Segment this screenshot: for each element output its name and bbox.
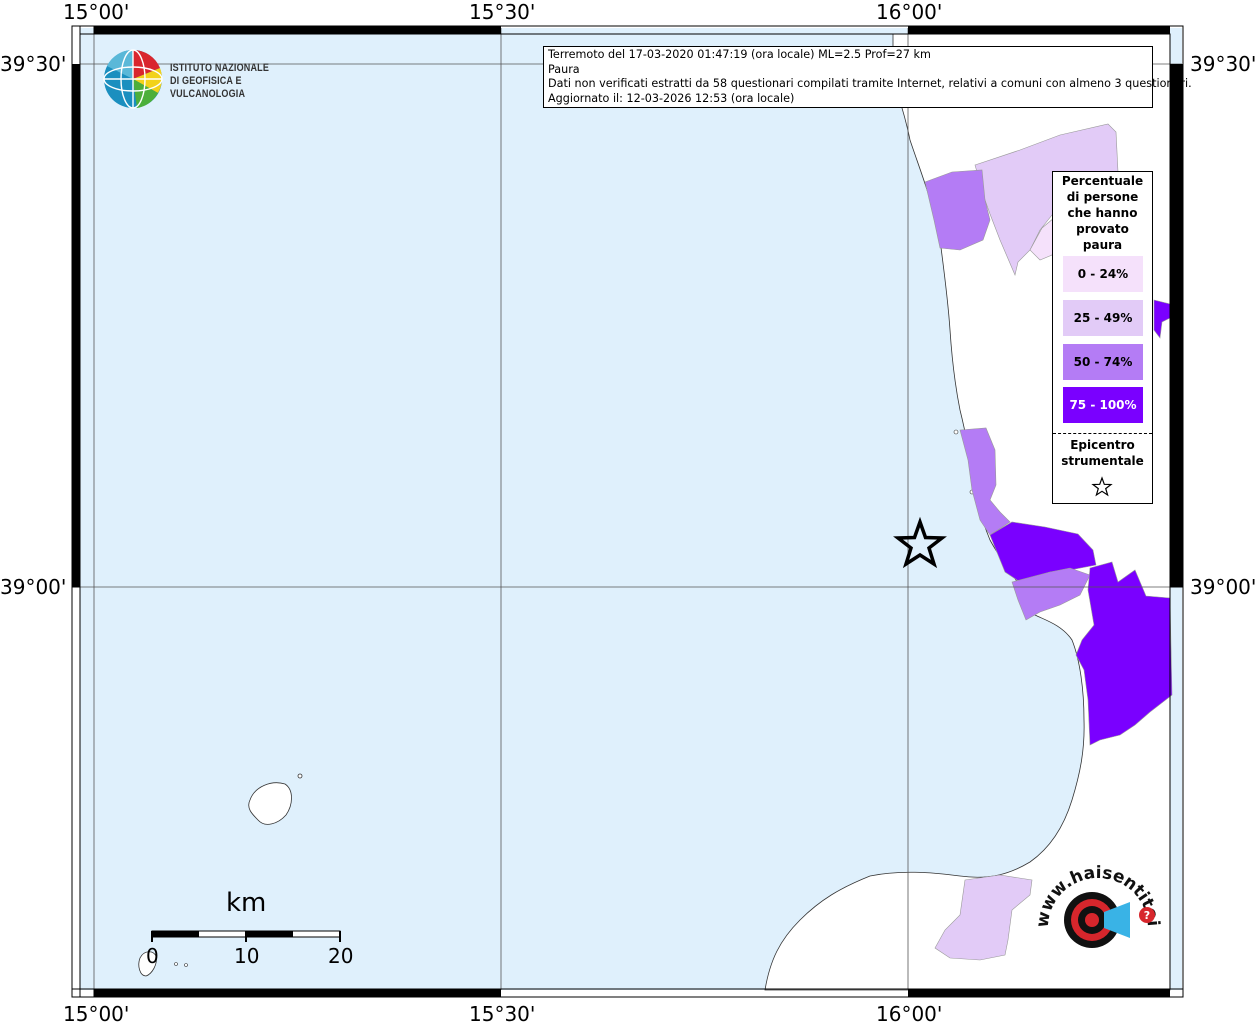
logo-line-2: DI GEOFISICA E VULCANOLOGIA <box>170 75 246 100</box>
legend-class-0-24: 0 - 24% <box>1063 256 1143 292</box>
event-info-box: Terremoto del 17-03-2020 01:47:19 (ora l… <box>543 46 1192 108</box>
legend-title-line: paura <box>1082 238 1123 252</box>
map-type: Paura <box>548 62 580 76</box>
legend: Percentuale di persone che hanno provato… <box>1052 171 1153 504</box>
scale-bar-graphic <box>151 930 341 942</box>
haisentito-logo: www.haisentitoilterremoto.it ? <box>1021 843 1165 978</box>
legend-title-line: che hanno <box>1067 206 1138 220</box>
haisentito-logo-graphic: www.haisentitoilterremoto.it ? <box>1021 843 1163 948</box>
legend-title-line: Percentuale <box>1061 174 1144 188</box>
legend-class-25-49: 25 - 49% <box>1063 300 1143 336</box>
lat-label-left-1: 39°30' <box>0 52 67 76</box>
legend-title-line: di persone <box>1066 190 1139 204</box>
lon-label-top-1: 15°00' <box>63 0 130 24</box>
data-disclaimer: Dati non verificati estratti da 58 quest… <box>548 77 1192 91</box>
scale-unit: km <box>226 888 267 918</box>
scale-tick-0: 0 <box>146 944 159 968</box>
lon-label-top-3: 16°00' <box>876 0 943 24</box>
lon-label-bottom-3: 16°00' <box>876 1002 943 1026</box>
legend-class-75-100: 75 - 100% <box>1063 387 1143 423</box>
scale-tick-20: 20 <box>328 944 354 968</box>
lat-label-right-1: 39°30' <box>1190 52 1255 76</box>
scale-tick-10: 10 <box>234 944 260 968</box>
lon-label-bottom-1: 15°00' <box>63 1002 130 1026</box>
lat-label-right-2: 39°00' <box>1190 575 1255 599</box>
svg-text:?: ? <box>1144 909 1150 922</box>
legend-epicenter-label: Epicentro strumentale <box>1053 437 1152 469</box>
ingv-logo: ISTITUTO NAZIONALE DI GEOFISICA E VULCAN… <box>102 48 332 110</box>
lon-label-top-2: 15°30' <box>469 0 536 24</box>
legend-divider <box>1053 433 1152 434</box>
scale-bar: km 0 10 20 <box>140 886 360 976</box>
legend-title-line: provato <box>1076 222 1129 236</box>
logo-line-1: ISTITUTO NAZIONALE <box>170 62 270 74</box>
islet-3 <box>953 429 959 435</box>
event-title: Terremoto del 17-03-2020 01:47:19 (ora l… <box>548 48 931 61</box>
update-time: Aggiornato il: 12-03-2026 12:53 (ora loc… <box>548 91 795 105</box>
lon-label-bottom-2: 15°30' <box>469 1002 536 1026</box>
legend-class-50-74: 50 - 74% <box>1063 344 1143 380</box>
legend-title: Percentuale di persone che hanno provato… <box>1053 173 1152 253</box>
lat-label-left-2: 39°00' <box>0 575 67 599</box>
legend-epi-line: Epicentro <box>1070 438 1135 452</box>
islet-strombolicchio <box>297 773 303 779</box>
legend-epi-line: strumentale <box>1061 454 1144 468</box>
epicenter-star-icon <box>1091 476 1113 497</box>
globe-icon <box>103 49 163 109</box>
